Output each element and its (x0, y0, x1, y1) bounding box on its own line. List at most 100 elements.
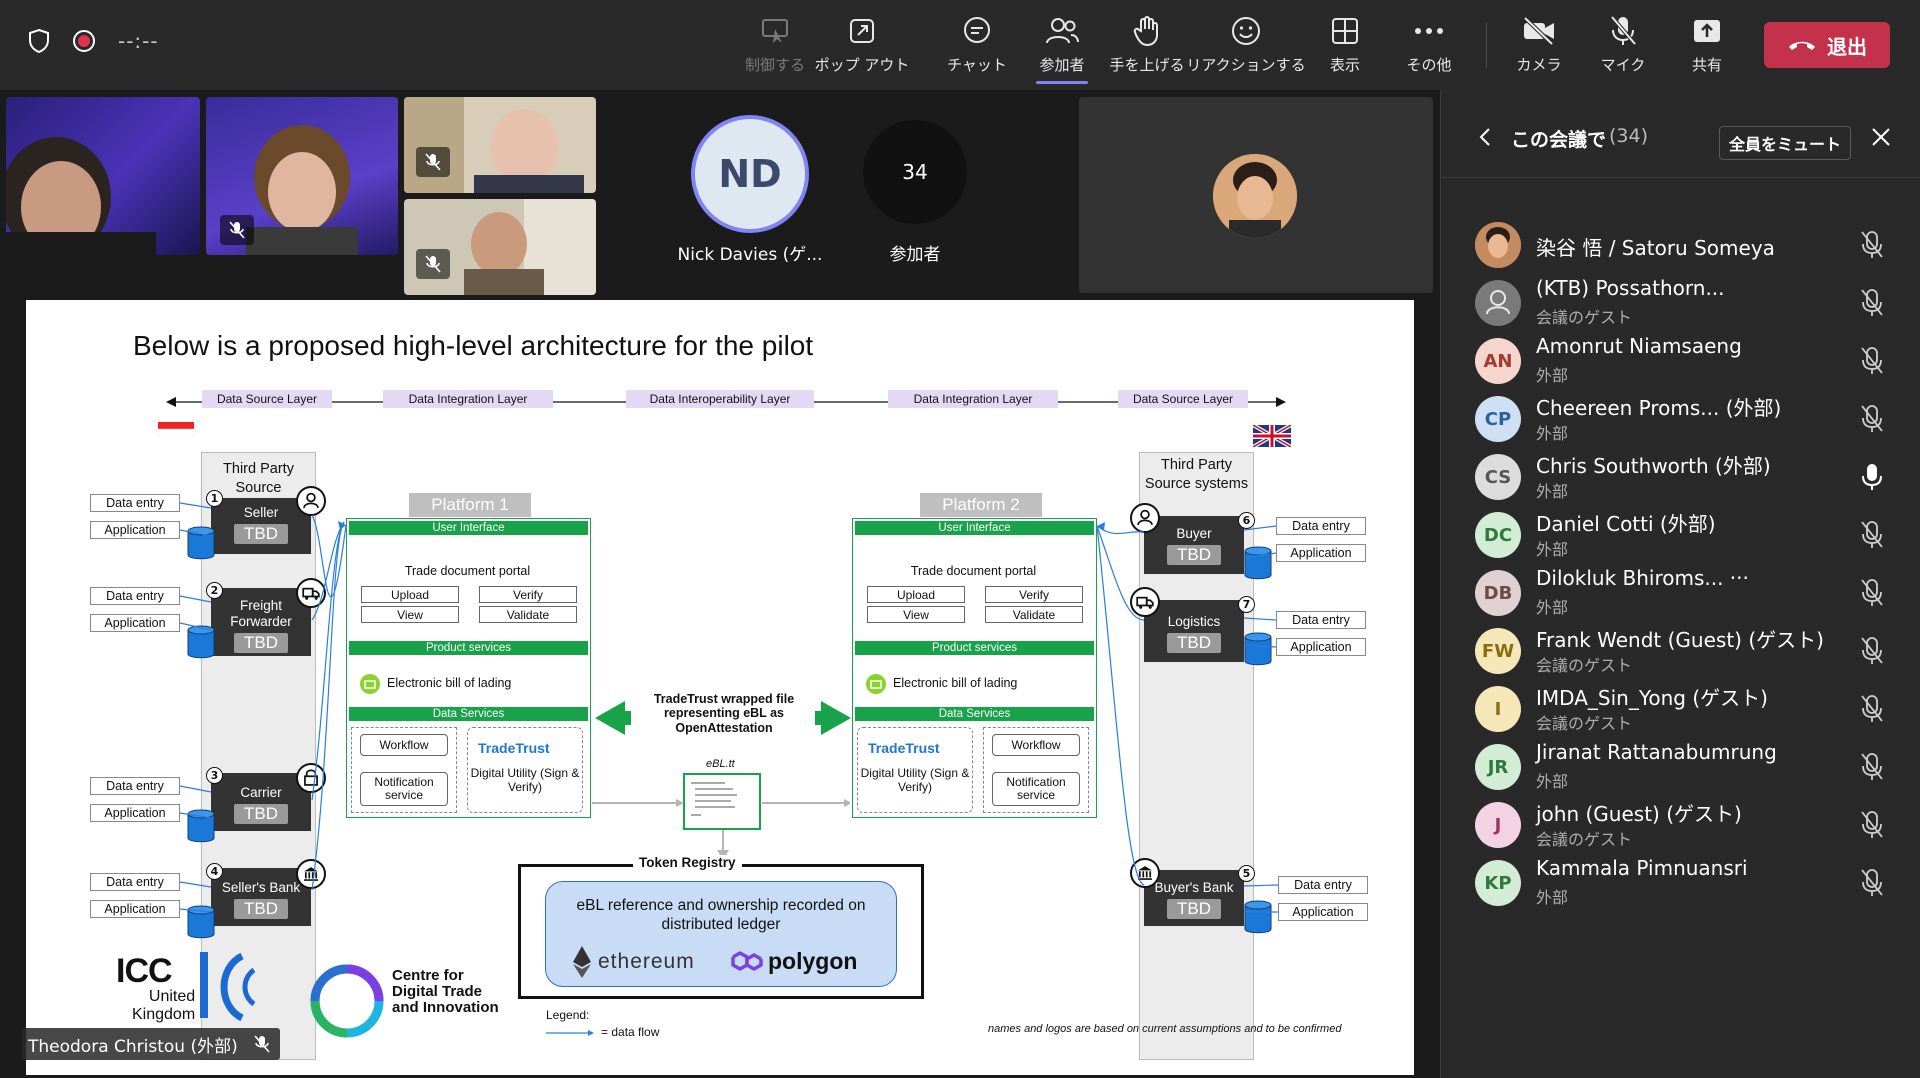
participants-button[interactable]: 参加者 (1020, 14, 1104, 84)
singapore-flag-icon (158, 422, 194, 436)
overflow-participants[interactable]: 34 (863, 120, 967, 224)
ledger-label: eBL reference and ownership recorded on … (576, 897, 866, 934)
meeting-status: --:-- (28, 28, 159, 54)
ebl-icon (360, 674, 380, 694)
notification-box: Notification service (992, 772, 1080, 806)
data-entry-box: Data entry (90, 587, 180, 605)
mic-off-icon[interactable] (1859, 404, 1885, 434)
layer-label: Data Source Layer (202, 390, 332, 408)
application-box: Application (90, 804, 180, 822)
ebl-label: Electronic bill of lading (387, 676, 512, 690)
participant-name: Nick Davies (ゲ... (677, 245, 823, 265)
participant-row[interactable]: KP Kammala Pimnuansri 外部 (1441, 848, 1920, 918)
chat-button[interactable]: チャット (935, 14, 1019, 80)
bank-icon (1130, 858, 1160, 888)
icc-sub-label: United Kingdom (132, 988, 196, 1023)
shared-slide: Below is a proposed high-level architect… (26, 300, 1414, 1075)
mic-off-icon[interactable] (1859, 288, 1885, 318)
application-box: Application (90, 521, 180, 539)
participant-role: 会議のゲスト (1536, 830, 1633, 849)
mute-all-button[interactable]: 全員をミュート (1719, 126, 1851, 160)
mic-off-icon[interactable] (1859, 578, 1885, 608)
step-number: 1 (206, 490, 223, 507)
video-tile-3[interactable] (404, 97, 596, 193)
mic-off-icon[interactable] (1859, 694, 1885, 724)
participant-name: Frank Wendt (Guest) (ゲスト) (1536, 628, 1824, 652)
mic-off-icon[interactable] (1859, 868, 1885, 898)
shield-icon (29, 28, 49, 54)
mic-off-icon[interactable] (1859, 636, 1885, 666)
muted-indicator (416, 147, 450, 177)
application-box: Application (1276, 544, 1366, 562)
meeting-toolbar: --:-- 制御する ポップ アウト チャット 参加者 手を上げる リアクション… (0, 0, 1920, 90)
mic-button[interactable]: マイク (1581, 14, 1665, 80)
user-interface-bar: User Interface (349, 521, 588, 535)
hand-icon (1133, 16, 1158, 47)
speaker-tile[interactable] (1079, 97, 1433, 293)
popout-button[interactable]: ポップ アウト (815, 14, 909, 80)
workflow-group: Workflow Notification service (351, 727, 457, 813)
database-icon (187, 905, 215, 939)
token-registry-label: Token Registry (633, 855, 742, 870)
camera-button[interactable]: カメラ (1497, 14, 1581, 80)
participant-avatar: AN (1475, 338, 1521, 384)
mic-off-icon[interactable] (1859, 810, 1885, 840)
raise-hand-button[interactable]: 手を上げる (1105, 14, 1189, 80)
mic-off-icon (229, 221, 245, 239)
workflow-group: Workflow Notification service (983, 727, 1089, 813)
participant-role: 外部 (1536, 366, 1569, 385)
video-tile-1[interactable] (6, 97, 200, 255)
mic-off-icon[interactable] (1859, 752, 1885, 782)
application-box: Application (90, 614, 180, 632)
participant-avatar (1475, 222, 1521, 268)
data-entry-box: Data entry (90, 777, 180, 795)
verify-button: Verify (985, 586, 1083, 603)
participant-avatar: DC (1475, 512, 1521, 558)
icc-logo: ICC (116, 952, 173, 990)
ledger-box: eBL reference and ownership recorded on … (545, 881, 897, 987)
video-tile-2[interactable] (206, 97, 398, 255)
control-button[interactable]: 制御する (733, 14, 817, 80)
participant-role: 外部 (1536, 482, 1569, 501)
step-number: 4 (206, 863, 223, 880)
muted-indicator (416, 249, 450, 279)
leave-button[interactable]: 退出 (1764, 22, 1890, 68)
share-button[interactable]: 共有 (1665, 14, 1749, 80)
participant-count: (34) (1609, 125, 1649, 147)
chevron-left-icon[interactable] (1479, 127, 1491, 147)
cdti-ring-icon (310, 964, 384, 1038)
participant-avatar: KP (1475, 860, 1521, 906)
product-services-bar: Product services (855, 641, 1094, 655)
react-button[interactable]: リアクションする (1186, 14, 1306, 80)
data-entry-box: Data entry (1276, 611, 1366, 629)
mic-off-icon[interactable] (1859, 346, 1885, 376)
overflow-label: 参加者 (889, 245, 941, 265)
upload-button: Upload (867, 586, 965, 603)
view-button[interactable]: 表示 (1303, 14, 1387, 80)
video-tile-4[interactable] (404, 199, 596, 295)
panel-title: この会議で (1511, 129, 1607, 151)
chat-icon (964, 17, 990, 43)
slide-footnote: names and logos are based on current ass… (988, 1023, 1342, 1035)
participant-role: 会議のゲスト (1536, 714, 1633, 733)
layer-label: Data Integration Layer (383, 390, 553, 408)
panel-header: この会議で (34) 全員をミュート (1441, 90, 1920, 178)
mic-off-icon[interactable] (1859, 520, 1885, 550)
participant-name: Daniel Cotti (外部) (1536, 512, 1716, 536)
legend-title: Legend: (546, 1008, 590, 1022)
avatar-nick-davies[interactable]: ND (691, 115, 809, 233)
mic-on-icon[interactable] (1859, 462, 1885, 492)
mic-off-icon[interactable] (1859, 230, 1885, 260)
participants-panel: この会議で (34) 全員をミュート 染谷 悟 / Satoru Someya (… (1440, 90, 1920, 1078)
validate-button: Validate (479, 606, 577, 623)
platform-2: User Interface Trade document portal Upl… (852, 518, 1097, 818)
participant-avatar: J (1475, 802, 1521, 848)
participant-video (404, 97, 584, 193)
more-button[interactable]: その他 (1387, 14, 1471, 80)
speaker-photo (1213, 154, 1297, 238)
actor-logistics: Logistics TBD (1144, 600, 1244, 662)
view-button: View (867, 606, 965, 623)
close-icon[interactable] (1871, 127, 1891, 147)
speaker-avatar (1213, 154, 1297, 238)
grid-view-icon (1332, 18, 1358, 44)
